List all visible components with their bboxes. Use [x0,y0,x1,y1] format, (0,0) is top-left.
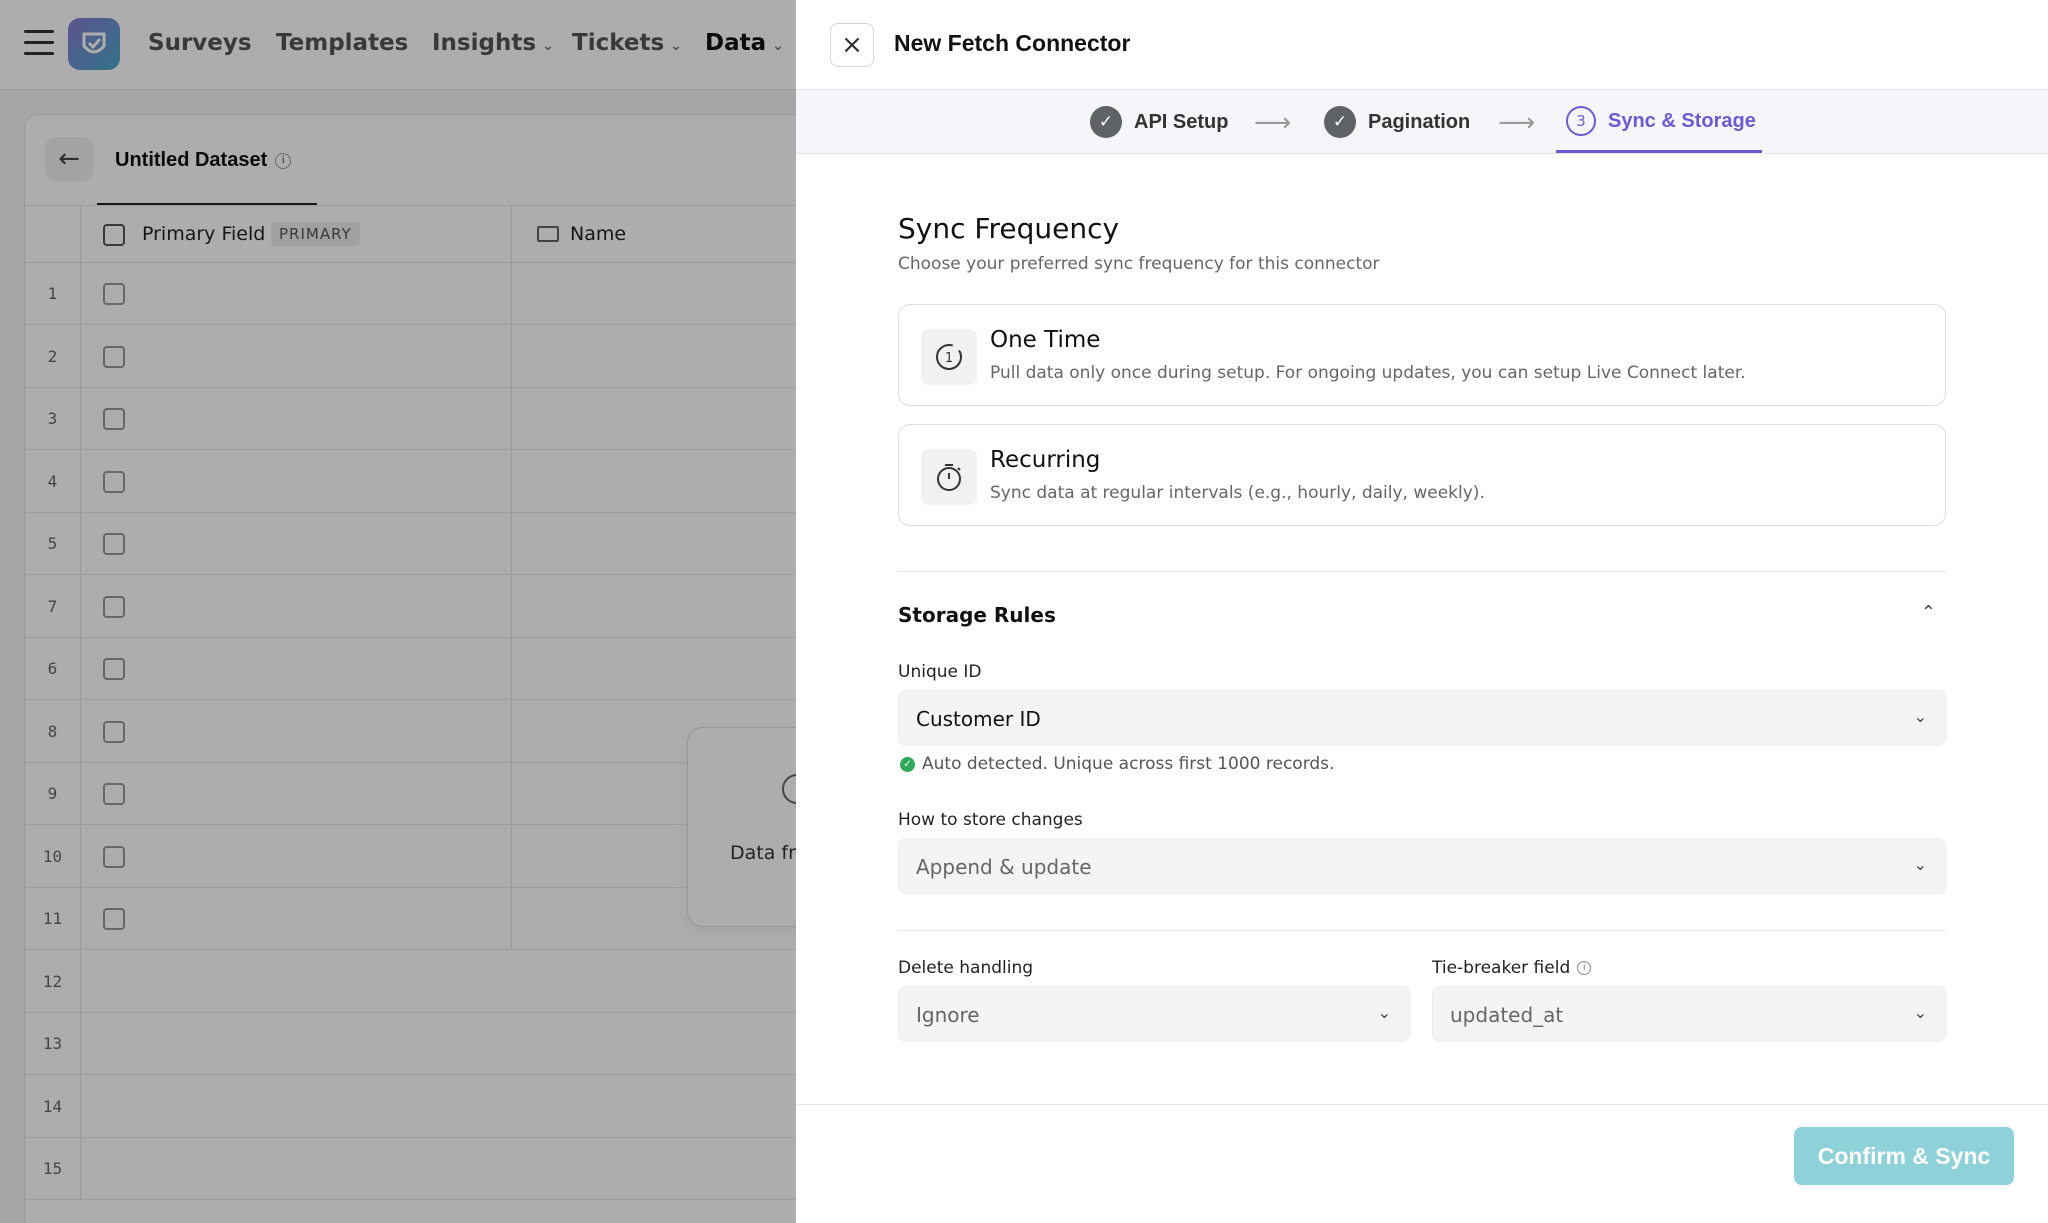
confirm-sync-button[interactable]: Confirm & Sync [1794,1127,2014,1185]
step-label: Pagination [1368,110,1471,133]
drawer-title: New Fetch Connector [894,30,1131,56]
sync-option-recurring[interactable]: Recurring Sync data at regular intervals… [898,424,1946,526]
sync-frequency-title: Sync Frequency [898,212,1120,245]
step-arrow-icon: ⟶ [1498,108,1536,138]
fetch-connector-drawer: × New Fetch Connector ✓ API Setup ⟶ ✓ Pa… [796,0,2048,1223]
option-description: Pull data only once during setup. For on… [990,363,1746,383]
delete-handling-select[interactable]: Ignore ⌄ [898,986,1410,1042]
option-title: One Time [990,327,1101,353]
sync-option-one-time[interactable]: 1 One Time Pull data only once during se… [898,304,1946,406]
chevron-up-icon[interactable]: ⌃ [1921,602,1936,623]
auto-detect-text: Auto detected. Unique across first 1000 … [922,754,1335,774]
stopwatch-icon [921,449,977,505]
chevron-down-icon: ⌄ [1913,855,1927,874]
store-changes-value: Append & update [916,855,1092,879]
drawer-header: × New Fetch Connector [796,0,2048,90]
step-number: 3 [1566,106,1596,136]
store-changes-select[interactable]: Append & update ⌄ [898,838,1946,894]
section-divider [898,930,1946,931]
step-sync-storage[interactable]: 3 Sync & Storage [1566,106,1756,136]
step-pagination[interactable]: ✓ Pagination [1324,106,1470,138]
chevron-down-icon: ⌄ [1913,707,1927,726]
storage-rules-title[interactable]: Storage Rules [898,603,1056,627]
store-changes-label: How to store changes [898,810,1083,830]
step-arrow-icon: ⟶ [1254,108,1292,138]
auto-detect-note: ✓ Auto detected. Unique across first 100… [900,754,1334,774]
stepper: ✓ API Setup ⟶ ✓ Pagination ⟶ 3 Sync & St… [796,90,2048,154]
drawer-footer: Confirm & Sync [796,1104,2048,1223]
chevron-down-icon: ⌄ [1377,1003,1391,1022]
info-icon[interactable]: i [1577,961,1592,975]
close-icon: × [841,30,863,60]
step-label: API Setup [1134,110,1229,133]
clock-one-icon: 1 [921,329,977,385]
delete-handling-label: Delete handling [898,958,1034,978]
option-description: Sync data at regular intervals (e.g., ho… [990,483,1485,503]
check-icon: ✓ [1090,106,1122,138]
tie-breaker-label: Tie-breaker field i [1432,958,1592,978]
modal-overlay[interactable] [0,0,796,1223]
option-title: Recurring [990,447,1101,473]
close-button[interactable]: × [830,23,874,67]
tie-breaker-label-text: Tie-breaker field [1432,958,1571,978]
active-step-underline [1556,150,1762,153]
sync-frequency-subtitle: Choose your preferred sync frequency for… [898,254,1380,274]
section-divider [898,571,1946,572]
check-icon: ✓ [1324,106,1356,138]
tie-breaker-value: updated_at [1450,1003,1564,1027]
unique-id-select[interactable]: Customer ID ⌄ [898,690,1946,746]
svg-text:1: 1 [945,351,953,366]
tie-breaker-select[interactable]: updated_at ⌄ [1432,986,1946,1042]
step-label: Sync & Storage [1608,109,1756,132]
check-circle-icon: ✓ [900,756,915,772]
step-api-setup[interactable]: ✓ API Setup [1090,106,1228,138]
chevron-down-icon: ⌄ [1913,1003,1927,1022]
unique-id-value: Customer ID [916,707,1041,731]
delete-handling-value: Ignore [916,1003,980,1027]
unique-id-label: Unique ID [898,662,982,682]
